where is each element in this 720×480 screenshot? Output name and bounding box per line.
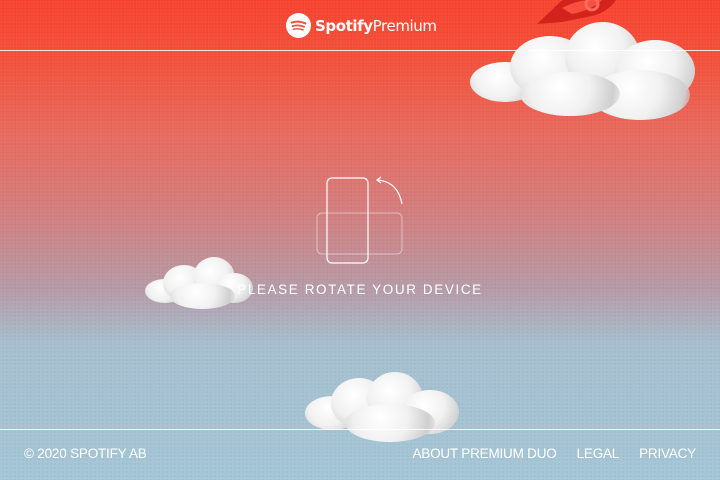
footer-link-privacy[interactable]: PRIVACY bbox=[639, 446, 696, 461]
copyright-text: © 2020 SPOTIFY AB bbox=[24, 446, 147, 461]
logo-wordmark: SpotifyPremium bbox=[315, 17, 437, 35]
footer-link-legal[interactable]: LEGAL bbox=[577, 446, 620, 461]
spotify-premium-logo[interactable]: SpotifyPremium bbox=[286, 13, 437, 38]
logo-product: Premium bbox=[372, 16, 437, 35]
rotate-device-icon bbox=[316, 176, 403, 264]
site-footer: © 2020 SPOTIFY AB ABOUT PREMIUM DUO LEGA… bbox=[0, 429, 720, 480]
site-header: SpotifyPremium bbox=[0, 0, 720, 51]
rotate-device-message: PLEASE ROTATE YOUR DEVICE bbox=[237, 282, 483, 297]
spotify-logo-icon bbox=[286, 13, 311, 38]
footer-link-about-premium-duo[interactable]: ABOUT PREMIUM DUO bbox=[412, 446, 556, 461]
footer-nav: ABOUT PREMIUM DUO LEGAL PRIVACY bbox=[412, 446, 696, 461]
logo-brand: Spotify bbox=[315, 16, 373, 35]
